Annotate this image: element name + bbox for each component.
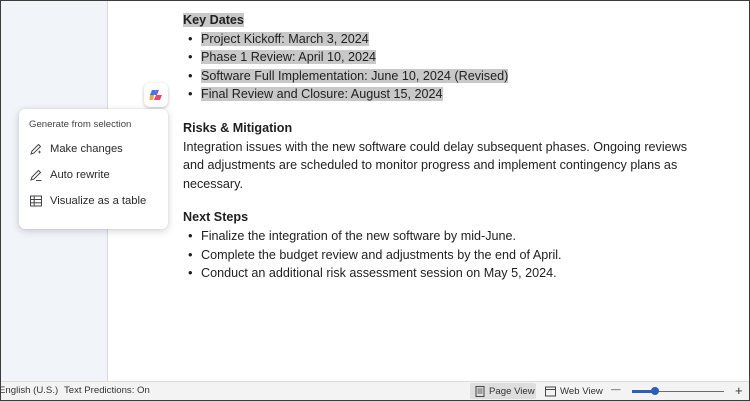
menu-item-label: Make changes xyxy=(50,143,123,155)
web-view-label: Web View xyxy=(560,385,603,397)
document-page[interactable]: Key Dates Project Kickoff: March 3, 2024… xyxy=(108,1,749,381)
key-dates-list: Project Kickoff: March 3, 2024 Phase 1 R… xyxy=(183,30,723,104)
next-steps-list: Finalize the integration of the new soft… xyxy=(183,227,723,283)
paragraph-line: Integration issues with the new software… xyxy=(183,139,688,154)
menu-item-visualize-table[interactable]: Visualize as a table xyxy=(19,189,168,213)
menu-item-auto-rewrite[interactable]: Auto rewrite xyxy=(19,163,168,187)
list-item: Finalize the integration of the new soft… xyxy=(183,227,723,246)
page-view-button[interactable]: Page View xyxy=(470,383,536,399)
copilot-icon xyxy=(149,90,162,100)
text-predictions-status[interactable]: Text Predictions: On xyxy=(64,385,150,396)
web-view-button[interactable]: Web View xyxy=(541,383,603,399)
table-icon xyxy=(29,194,43,208)
rewrite-icon xyxy=(29,168,43,182)
list-item: Software Full Implementation: June 10, 2… xyxy=(183,67,723,86)
web-view-icon xyxy=(545,386,556,396)
zoom-out-button[interactable]: — xyxy=(611,384,621,395)
page-view-icon xyxy=(475,385,485,397)
paragraph-line: necessary. xyxy=(183,176,243,191)
copilot-button[interactable] xyxy=(144,83,168,107)
risks-paragraph: Integration issues with the new software… xyxy=(183,138,723,194)
list-item: Complete the budget review and adjustmen… xyxy=(183,246,723,265)
zoom-in-button[interactable]: + xyxy=(735,383,743,398)
list-item: Phase 1 Review: April 10, 2024 xyxy=(183,48,723,67)
menu-item-make-changes[interactable]: Make changes xyxy=(19,137,168,161)
status-bar: English (U.S.) Text Predictions: On Page… xyxy=(1,381,749,400)
page-view-label: Page View xyxy=(489,385,535,397)
risks-heading: Risks & Mitigation xyxy=(183,120,293,135)
list-item: Conduct an additional risk assessment se… xyxy=(183,264,723,283)
document-content[interactable]: Key Dates Project Kickoff: March 3, 2024… xyxy=(183,11,723,283)
pen-sparkle-icon xyxy=(29,142,43,156)
key-dates-heading: Key Dates xyxy=(183,13,244,27)
menu-item-label: Visualize as a table xyxy=(50,195,147,207)
word-window: Key Dates Project Kickoff: March 3, 2024… xyxy=(0,0,750,401)
zoom-slider-thumb[interactable] xyxy=(651,387,659,395)
next-steps-heading: Next Steps xyxy=(183,210,249,225)
menu-title: Generate from selection xyxy=(29,119,132,130)
menu-item-label: Auto rewrite xyxy=(50,169,110,181)
paragraph-line: and adjustments are scheduled to monitor… xyxy=(183,158,678,173)
language-status[interactable]: English (U.S.) xyxy=(1,385,58,396)
generate-menu: Generate from selection Make changes Aut… xyxy=(19,109,168,229)
list-item: Final Review and Closure: August 15, 202… xyxy=(183,85,723,104)
list-item: Project Kickoff: March 3, 2024 xyxy=(183,30,723,49)
